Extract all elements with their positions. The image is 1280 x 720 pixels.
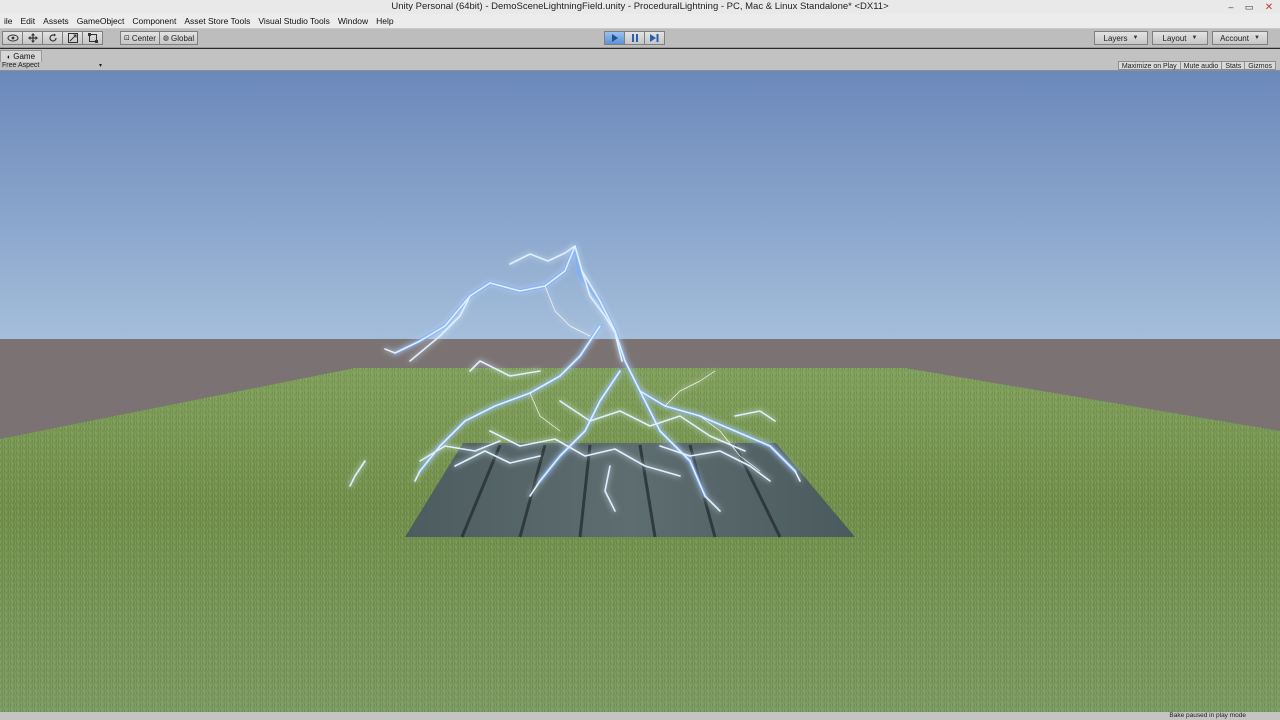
layers-dropdown[interactable]: Layers ▼ (1094, 31, 1148, 45)
gizmos-dropdown[interactable]: Gizmos (1244, 61, 1276, 70)
hand-tool-button[interactable] (2, 31, 23, 45)
menu-bar: ile Edit Assets GameObject Component Ass… (0, 14, 1280, 29)
account-dropdown[interactable]: Account ▼ (1212, 31, 1268, 45)
menu-component[interactable]: Component (128, 14, 180, 29)
window-title: Unity Personal (64bit) - DemoSceneLightn… (391, 1, 889, 12)
pause-button[interactable] (624, 31, 645, 45)
maximize-icon[interactable]: ▭ (1240, 0, 1258, 14)
pivot-global-button[interactable]: ◍ Global (158, 31, 199, 45)
scene-render (0, 71, 1280, 712)
stats-toggle[interactable]: Stats (1221, 61, 1246, 70)
game-view-options: Maximize on Play Mute audio Stats Gizmos (1117, 61, 1276, 70)
scale-tool-button[interactable] (62, 31, 83, 45)
move-icon (27, 33, 38, 43)
rotate-icon (48, 33, 57, 42)
step-button[interactable] (644, 31, 665, 45)
maximize-on-play-toggle[interactable]: Maximize on Play (1117, 61, 1181, 70)
rotate-tool-button[interactable] (42, 31, 63, 45)
menu-help[interactable]: Help (372, 14, 397, 29)
menu-edit[interactable]: Edit (17, 14, 40, 29)
menu-window[interactable]: Window (334, 14, 372, 29)
chevron-down-icon: ▼ (1191, 35, 1198, 41)
chevron-down-icon: ▼ (1132, 35, 1139, 41)
mute-audio-toggle[interactable]: Mute audio (1179, 61, 1223, 70)
pivot-group: ⊡ Center ◍ Global (120, 31, 199, 45)
rect-icon (87, 33, 98, 43)
layout-dropdown[interactable]: Layout ▼ (1152, 31, 1208, 45)
pivot-icon: ⊡ (124, 35, 130, 42)
layers-label: Layers (1103, 33, 1128, 43)
move-tool-button[interactable] (22, 31, 43, 45)
eye-icon (7, 34, 18, 42)
game-view-header: ◐ Game Free Aspect ▾ Maximize on Play Mut… (0, 49, 1280, 71)
game-tab-label: Game (13, 52, 36, 61)
right-toolbar: Layers ▼ Layout ▼ Account ▼ (1094, 31, 1268, 45)
chevron-down-icon: ▾ (98, 63, 102, 69)
aspect-label: Free Aspect (2, 62, 40, 69)
globe-icon: ◍ (162, 35, 169, 42)
status-bar: Bake paused in play mode (0, 712, 1280, 720)
rect-tool-button[interactable] (82, 31, 103, 45)
chevron-down-icon: ▼ (1253, 35, 1260, 41)
pause-icon (631, 34, 638, 42)
main-toolbar: ⊡ Center ◍ Global Layers ▼ Layout ▼ Accoun… (0, 29, 1280, 48)
step-icon (650, 34, 659, 42)
playback-controls (604, 31, 665, 45)
account-label: Account (1220, 33, 1249, 43)
status-message: Bake paused in play mode (1169, 712, 1246, 719)
menu-assets[interactable]: Assets (39, 14, 73, 29)
transform-tools (2, 31, 103, 45)
tab-game[interactable]: ◐ Game (0, 50, 43, 62)
menu-visual-studio-tools[interactable]: Visual Studio Tools (254, 14, 334, 29)
pivot-center-label: Center (131, 33, 156, 43)
layout-label: Layout (1162, 33, 1187, 43)
close-icon[interactable]: ✕ (1258, 0, 1280, 14)
window-titlebar: Unity Personal (64bit) - DemoSceneLightn… (0, 0, 1280, 14)
window-controls: – ▭ ✕ (1222, 0, 1280, 14)
pivot-center-button[interactable]: ⊡ Center (120, 31, 160, 45)
scale-icon (67, 33, 78, 43)
minimize-icon[interactable]: – (1222, 0, 1240, 14)
play-button[interactable] (604, 31, 625, 45)
menu-asset-store-tools[interactable]: Asset Store Tools (180, 14, 254, 29)
play-icon (611, 34, 618, 42)
game-viewport[interactable] (0, 71, 1280, 712)
pivot-global-label: Global (171, 33, 195, 43)
game-tab-icon: ◐ (7, 54, 12, 61)
menu-gameobject[interactable]: GameObject (73, 14, 129, 29)
aspect-dropdown[interactable]: Free Aspect ▾ (2, 62, 102, 70)
menu-file[interactable]: ile (0, 14, 17, 29)
